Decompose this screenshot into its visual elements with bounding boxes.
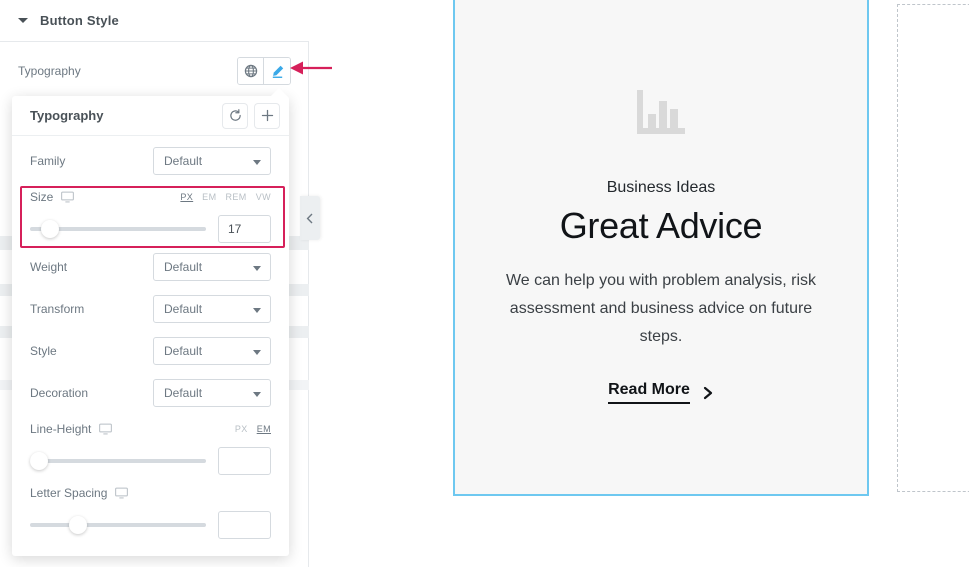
letter-spacing-slider[interactable]: [30, 516, 206, 534]
page-title: Button Style: [40, 13, 119, 28]
caret-down-icon: [18, 18, 28, 23]
unit-px[interactable]: PX: [235, 424, 248, 434]
unit-rem[interactable]: REM: [225, 192, 246, 202]
letter-spacing-slider-row: [30, 508, 271, 542]
letter-spacing-value-input[interactable]: [218, 511, 271, 539]
field-row-style: Style Default: [12, 330, 289, 372]
control-letter-spacing: Letter Spacing: [12, 478, 289, 542]
widget-card[interactable]: Business Ideas Great Advice We can help …: [453, 0, 869, 496]
control-size: Size PX EM REM VW 17: [12, 182, 289, 246]
size-value-input[interactable]: 17: [218, 215, 271, 243]
field-label-line-height: Line-Height: [30, 422, 92, 436]
unit-vw[interactable]: VW: [256, 192, 271, 202]
size-slider[interactable]: [30, 220, 206, 238]
read-more-label: Read More: [608, 381, 690, 404]
size-unit-switcher: PX EM REM VW: [180, 192, 271, 202]
field-row-weight: Weight Default: [12, 246, 289, 288]
letter-spacing-slider-thumb[interactable]: [68, 516, 87, 534]
select-family-value: Default: [164, 154, 203, 168]
popover-title: Typography: [30, 108, 104, 123]
select-transform[interactable]: Default: [153, 295, 271, 323]
field-row-decoration: Decoration Default: [12, 372, 289, 414]
unit-em[interactable]: EM: [202, 192, 216, 202]
size-slider-row: 17: [30, 212, 271, 246]
bar-chart-icon: [634, 88, 688, 145]
field-label-weight: Weight: [30, 260, 68, 274]
line-height-value-input[interactable]: [218, 447, 271, 475]
field-label-family: Family: [30, 154, 66, 168]
desktop-monitor-icon[interactable]: [61, 191, 75, 203]
field-label-decoration: Decoration: [30, 386, 89, 400]
field-label-size: Size: [30, 190, 54, 204]
annotation-arrow: [288, 57, 334, 84]
sidebar-collapse-handle[interactable]: [300, 196, 320, 240]
globe-icon: [244, 64, 257, 78]
card-body-text: We can help you with problem analysis, r…: [505, 272, 817, 345]
select-weight[interactable]: Default: [153, 253, 271, 281]
edit-typography-button[interactable]: [264, 58, 290, 84]
size-slider-thumb[interactable]: [40, 220, 59, 238]
line-height-slider-track: [30, 459, 206, 463]
add-button[interactable]: [255, 103, 279, 128]
line-height-slider[interactable]: [30, 452, 206, 470]
field-row-family: Family Default: [12, 140, 289, 182]
letter-spacing-slider-track: [30, 523, 206, 527]
popover-arrow: [270, 88, 288, 97]
desktop-monitor-icon[interactable]: [115, 487, 129, 499]
line-height-slider-thumb[interactable]: [30, 452, 48, 470]
desktop-monitor-icon[interactable]: [99, 423, 113, 435]
popover-body: Family Default Size PX EM REM VW 17 Weig…: [12, 136, 289, 556]
popover-header: Typography: [12, 96, 289, 136]
chevron-left-icon: [306, 213, 313, 223]
reset-button[interactable]: [223, 103, 247, 128]
empty-column-placeholder[interactable]: [897, 4, 969, 492]
section-header-button-style[interactable]: Button Style: [0, 0, 309, 42]
card-eyebrow: Business Ideas: [606, 179, 716, 196]
field-label-style: Style: [30, 344, 57, 358]
line-height-unit-switcher: PX EM: [235, 424, 271, 434]
select-style-value: Default: [164, 344, 203, 358]
select-decoration-value: Default: [164, 386, 203, 400]
read-more-button[interactable]: Read More: [608, 381, 714, 404]
field-row-transform: Transform Default: [12, 288, 289, 330]
typography-toggle-group: [237, 57, 291, 85]
chevron-down-icon: [253, 266, 261, 271]
select-style[interactable]: Default: [153, 337, 271, 365]
chevron-down-icon: [253, 308, 261, 313]
chevron-down-icon: [253, 392, 261, 397]
select-transform-value: Default: [164, 302, 203, 316]
plus-icon: [261, 109, 273, 122]
pencil-edit-icon: [272, 65, 283, 78]
canvas-preview-area: Business Ideas Great Advice We can help …: [309, 0, 969, 567]
select-family[interactable]: Default: [153, 147, 271, 175]
app-root: Button Style Typography Typography Famil…: [0, 0, 969, 567]
size-header: Size PX EM REM VW: [30, 182, 271, 212]
chevron-down-icon: [253, 350, 261, 355]
size-value: 17: [228, 222, 242, 236]
line-height-slider-row: [30, 444, 271, 478]
typography-label: Typography: [18, 64, 81, 78]
typography-control-row: Typography: [0, 42, 309, 100]
field-label-letter-spacing: Letter Spacing: [30, 486, 108, 500]
globe-icon-button[interactable]: [238, 58, 264, 84]
unit-px[interactable]: PX: [180, 192, 193, 202]
unit-em[interactable]: EM: [257, 424, 271, 434]
select-weight-value: Default: [164, 260, 203, 274]
line-height-header: Line-Height PX EM: [30, 414, 271, 444]
chevron-down-icon: [253, 160, 261, 165]
card-content: Business Ideas Great Advice We can help …: [455, 0, 867, 404]
typography-popover: Typography Family Default Size PX EM REM…: [12, 88, 289, 556]
reset-icon: [229, 109, 241, 121]
letter-spacing-header: Letter Spacing: [30, 478, 271, 508]
control-line-height: Line-Height PX EM: [12, 414, 289, 478]
card-headline: Great Advice: [559, 205, 763, 246]
field-label-transform: Transform: [30, 302, 85, 316]
chevron-right-icon: [703, 386, 712, 399]
select-decoration[interactable]: Default: [153, 379, 271, 407]
